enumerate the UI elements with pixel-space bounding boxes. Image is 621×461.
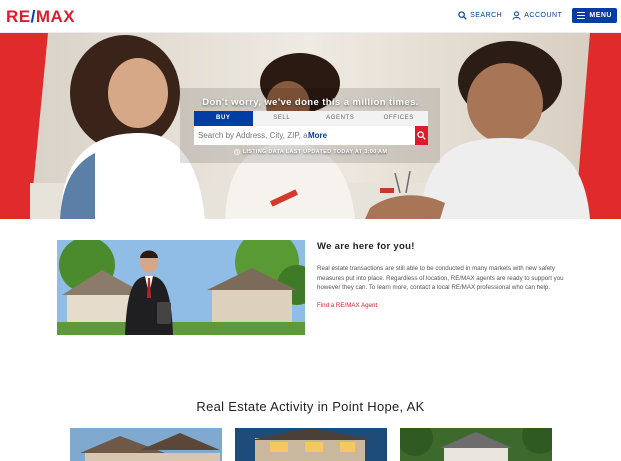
listing-card-2-photo[interactable] [235,428,387,461]
here-for-you-body: Real estate transactions are still able … [317,265,564,291]
agent-photo [57,240,305,335]
account-nav-label: ACCOUNT [524,12,563,19]
tab-offices[interactable]: OFFICES [369,111,428,126]
search-icon [417,131,426,140]
find-agent-link[interactable]: Find a RE/MAX Agent [317,302,377,309]
search-icon [458,11,467,20]
tab-agents[interactable]: AGENTS [311,111,370,126]
hero-banner: Don't worry, we've done this a million t… [0,33,621,219]
user-icon [512,11,521,20]
search-nav-label: SEARCH [470,12,503,19]
hero-tagline: Don't worry, we've done this a million t… [202,97,419,108]
listing-card-3-photo[interactable] [400,428,552,461]
search-row: More [194,126,428,145]
search-submit-button[interactable] [415,126,428,145]
search-nav-link[interactable]: SEARCH [458,11,502,20]
listing-updated-note: LISTING DATA LAST UPDATED TODAY AT 3:00 … [0,149,621,155]
property-search-box: BUY SELL AGENTS OFFICES More [194,111,428,145]
remax-logo[interactable]: RE/MAX [6,8,75,25]
activity-section-title: Real Estate Activity in Point Hope, AK [196,399,425,414]
listing-updated-text: LISTING DATA LAST UPDATED TODAY AT 3:00 … [242,149,388,155]
more-link[interactable]: More [308,126,416,145]
search-input[interactable] [194,126,308,145]
logo-text-left: RE [6,7,31,26]
logo-text-right: MAX [35,7,76,26]
header-nav: SEARCH ACCOUNT MENU [458,8,617,23]
menu-button[interactable]: MENU [572,8,617,23]
tab-buy[interactable]: BUY [194,111,253,126]
account-nav-link[interactable]: ACCOUNT [512,11,562,20]
clock-icon [234,149,240,155]
here-for-you-title: We are here for you! [317,241,415,252]
hamburger-icon [577,12,586,19]
menu-label: MENU [589,12,612,19]
search-tabs: BUY SELL AGENTS OFFICES [194,111,428,126]
tab-sell[interactable]: SELL [252,111,311,126]
site-header: RE/MAX SEARCH ACCOUNT MENU [0,0,621,33]
listing-card-1-photo[interactable] [70,428,222,461]
